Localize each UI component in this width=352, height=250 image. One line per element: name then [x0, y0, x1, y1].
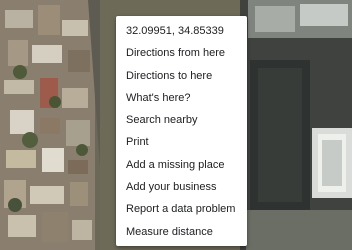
- menu-item-add-your-business[interactable]: Add your business: [116, 176, 247, 198]
- menu-item-whats-here[interactable]: What's here?: [116, 87, 247, 109]
- menu-item-directions-to-here[interactable]: Directions to here: [116, 65, 247, 87]
- map-context-menu: 32.09951, 34.85339 Directions from here …: [116, 16, 247, 246]
- menu-item-measure-distance[interactable]: Measure distance: [116, 221, 247, 243]
- menu-item-search-nearby[interactable]: Search nearby: [116, 109, 247, 131]
- menu-item-add-missing-place[interactable]: Add a missing place: [116, 154, 247, 176]
- menu-item-directions-from-here[interactable]: Directions from here: [116, 42, 247, 64]
- menu-item-report-data-problem[interactable]: Report a data problem: [116, 198, 247, 220]
- menu-item-print[interactable]: Print: [116, 131, 247, 153]
- menu-item-coordinates[interactable]: 32.09951, 34.85339: [116, 20, 247, 42]
